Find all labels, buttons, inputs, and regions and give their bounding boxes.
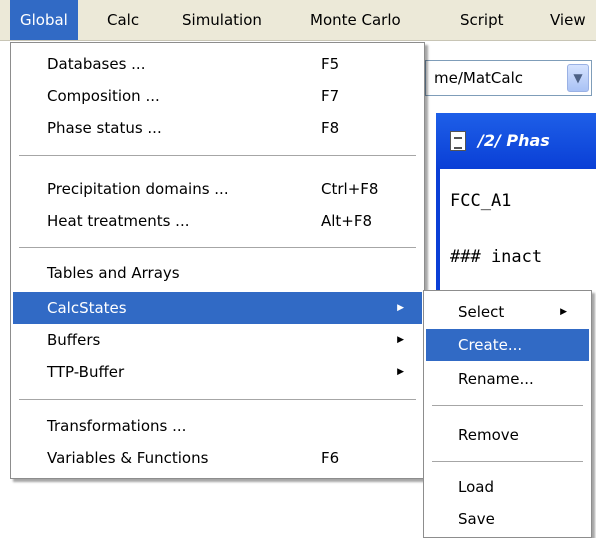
document-icon — [450, 131, 466, 151]
document-title: /2/ Phas — [478, 131, 550, 150]
menu-item-label: Buffers — [47, 331, 101, 349]
menu-item-label: Composition ... — [47, 87, 160, 105]
submenu-item-load[interactable]: Load — [426, 471, 589, 503]
menu-global[interactable]: Global — [10, 0, 78, 40]
menu-separator — [19, 247, 416, 249]
menu-item-label: Precipitation domains ... — [47, 180, 229, 198]
menu-item-calcstates[interactable]: CalcStates ▶ — [13, 292, 422, 324]
menu-item-transformations[interactable]: Transformations ... — [13, 410, 422, 442]
document-line: FCC_A1 — [450, 191, 512, 211]
triangle-right-icon: ▶ — [397, 303, 404, 313]
document-title-bar[interactable]: /2/ Phas — [436, 113, 596, 169]
menu-item-shortcut: F6 — [321, 449, 340, 467]
menu-item-variables-functions[interactable]: Variables & Functions F6 — [13, 442, 422, 474]
menu-separator — [19, 155, 416, 157]
triangle-right-icon: ▶ — [560, 307, 567, 317]
menu-item-shortcut: F8 — [321, 119, 340, 137]
menu-item-label: Heat treatments ... — [47, 212, 190, 230]
chevron-down-icon[interactable]: ▼ — [567, 64, 589, 92]
menu-item-shortcut: Ctrl+F8 — [321, 180, 379, 198]
menu-view[interactable]: View — [540, 0, 596, 40]
submenu-item-create[interactable]: Create... — [426, 329, 589, 361]
menu-item-buffers[interactable]: Buffers ▶ — [13, 324, 422, 356]
menu-item-label: Remove — [458, 426, 519, 444]
document-line: ### inact — [450, 247, 543, 267]
menu-item-label: Phase status ... — [47, 119, 162, 137]
menu-monte-carlo[interactable]: Monte Carlo — [300, 0, 411, 40]
menu-item-label: Rename... — [458, 370, 534, 388]
menu-calc[interactable]: Calc — [97, 0, 149, 40]
menubar: Global Calc Simulation Monte Carlo Scrip… — [0, 0, 596, 41]
menu-item-composition[interactable]: Composition ... F7 — [13, 80, 422, 112]
menu-item-label: Save — [458, 510, 495, 528]
menu-item-label: TTP-Buffer — [47, 363, 125, 381]
submenu-item-select[interactable]: Select ▶ — [426, 296, 589, 328]
menu-item-databases[interactable]: Databases ... F5 — [13, 48, 422, 80]
menu-item-shortcut: F5 — [321, 55, 340, 73]
menu-separator — [19, 399, 416, 401]
menu-item-label: Variables & Functions — [47, 449, 209, 467]
menu-item-shortcut: Alt+F8 — [321, 212, 373, 230]
menu-item-tables-and-arrays[interactable]: Tables and Arrays — [13, 257, 422, 289]
submenu-item-remove[interactable]: Remove — [426, 419, 589, 451]
menu-item-label: Tables and Arrays — [47, 264, 180, 282]
menu-item-label: Load — [458, 478, 494, 496]
calcstates-submenu: Select ▶ Create... Rename... Remove Load… — [423, 290, 592, 538]
menu-item-phase-status[interactable]: Phase status ... F8 — [13, 112, 422, 144]
menu-item-label: Select — [458, 303, 505, 321]
menu-item-heat-treatments[interactable]: Heat treatments ... Alt+F8 — [13, 205, 422, 237]
menu-separator — [432, 405, 583, 407]
global-menu: Databases ... F5 Composition ... F7 Phas… — [10, 42, 425, 479]
submenu-item-rename[interactable]: Rename... — [426, 363, 589, 395]
menu-item-label: Transformations ... — [47, 417, 187, 435]
menu-simulation[interactable]: Simulation — [172, 0, 272, 40]
menu-item-ttp-buffer[interactable]: TTP-Buffer ▶ — [13, 356, 422, 388]
menu-script[interactable]: Script — [450, 0, 514, 40]
triangle-right-icon: ▶ — [397, 367, 404, 377]
menu-item-label: Create... — [458, 336, 523, 354]
menu-item-label: CalcStates — [47, 299, 127, 317]
menu-item-shortcut: F7 — [321, 87, 340, 105]
workspace-combo[interactable]: me/MatCalc ▼ — [425, 60, 592, 96]
menu-item-label: Databases ... — [47, 55, 146, 73]
submenu-item-save[interactable]: Save — [426, 503, 589, 535]
menu-item-precipitation-domains[interactable]: Precipitation domains ... Ctrl+F8 — [13, 173, 422, 205]
menu-separator — [432, 461, 583, 463]
triangle-right-icon: ▶ — [397, 335, 404, 345]
workspace-combo-value: me/MatCalc — [434, 69, 523, 87]
